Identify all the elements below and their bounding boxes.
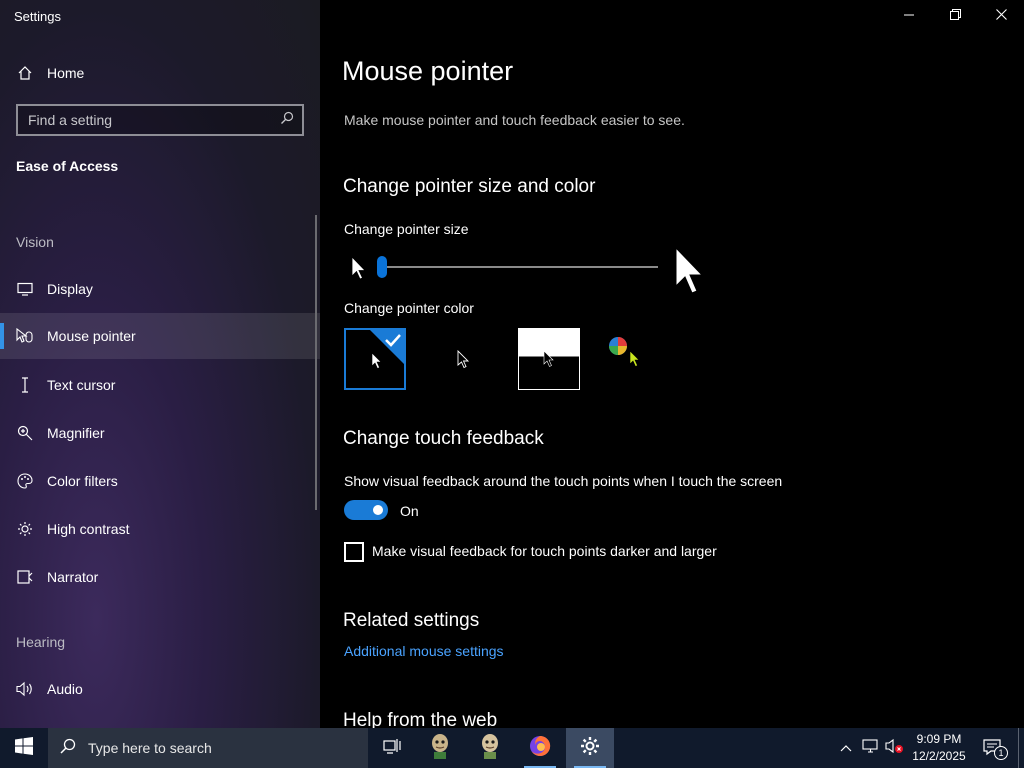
darker-larger-label: Make visual feedback for touch points da…	[372, 543, 717, 559]
notification-icon: 1	[982, 738, 1008, 760]
help-heading: Help from the web	[343, 710, 498, 728]
volume-muted-icon	[885, 738, 905, 759]
sidebar-scrollbar[interactable]	[315, 215, 317, 510]
sidebar-item-label: Text cursor	[47, 377, 116, 393]
mouse-pointer-icon	[16, 327, 34, 345]
sidebar-item-label: Color filters	[47, 473, 118, 489]
chevron-up-icon	[840, 739, 852, 757]
sidebar-item-label: Audio	[47, 681, 83, 697]
narrator-icon	[16, 568, 34, 586]
inverted-pointer-icon	[543, 350, 555, 373]
color-filters-icon	[16, 472, 34, 490]
black-pointer-icon	[457, 349, 471, 375]
network-icon	[862, 738, 880, 758]
show-desktop-button[interactable]	[1018, 728, 1024, 768]
app-avatar-icon	[478, 733, 502, 764]
high-contrast-icon	[16, 520, 34, 538]
sidebar-item-mouse-pointer[interactable]: Mouse pointer	[0, 313, 320, 359]
notification-count-badge: 1	[994, 746, 1008, 760]
nav-home-label: Home	[47, 65, 85, 81]
page-description: Make mouse pointer and touch feedback ea…	[344, 112, 685, 128]
pointer-color-custom[interactable]	[602, 328, 664, 390]
taskbar: 9:09 PM 12/2/2025 1	[0, 728, 1024, 768]
taskbar-firefox[interactable]	[516, 728, 564, 768]
small-pointer-icon	[351, 256, 367, 287]
task-view-icon	[383, 738, 401, 759]
size-color-heading: Change pointer size and color	[343, 176, 596, 197]
display-icon	[16, 280, 34, 298]
sidebar-item-audio[interactable]: Audio	[0, 666, 320, 712]
related-settings-heading: Related settings	[343, 610, 480, 631]
clock-date: 12/2/2025	[912, 749, 966, 763]
network-tray-button[interactable]	[860, 728, 882, 768]
taskbar-clock[interactable]: 9:09 PM 12/2/2025	[906, 731, 972, 765]
additional-mouse-settings-link[interactable]: Additional mouse settings	[344, 643, 504, 659]
app-avatar-icon	[428, 733, 452, 764]
pointer-color-inverted[interactable]	[518, 328, 580, 390]
taskbar-search[interactable]	[48, 728, 368, 768]
touch-feedback-label: Show visual feedback around the touch po…	[344, 473, 783, 489]
sidebar-item-text-cursor[interactable]: Text cursor	[0, 362, 320, 408]
pointer-size-label: Change pointer size	[344, 221, 469, 237]
color-wheel-icon	[608, 336, 628, 361]
group-label-hearing: Hearing	[16, 634, 66, 650]
volume-tray-button[interactable]	[884, 728, 906, 768]
sidebar-item-color-filters[interactable]: Color filters	[0, 458, 320, 504]
sidebar-item-label: Narrator	[47, 569, 99, 585]
taskbar-app-1[interactable]	[416, 728, 464, 768]
toggle-state-label: On	[400, 503, 419, 519]
sidebar-item-display[interactable]: Display	[0, 266, 320, 312]
touch-heading: Change touch feedback	[343, 428, 544, 449]
white-pointer-icon	[371, 352, 383, 375]
find-setting-search[interactable]	[16, 104, 304, 136]
find-setting-input[interactable]	[28, 112, 268, 128]
search-icon	[60, 738, 76, 759]
nav-home[interactable]: Home	[0, 50, 320, 96]
sidebar-item-narrator[interactable]: Narrator	[0, 554, 320, 600]
show-hidden-icons-button[interactable]	[836, 728, 856, 768]
task-view-button[interactable]	[368, 728, 416, 768]
darker-larger-checkbox[interactable]	[344, 542, 364, 562]
app-title: Settings	[14, 9, 61, 24]
sidebar-item-magnifier[interactable]: Magnifier	[0, 410, 320, 456]
main-content: Mouse pointer Make mouse pointer and tou…	[320, 0, 1024, 728]
taskbar-search-input[interactable]	[88, 740, 348, 756]
firefox-icon	[528, 734, 552, 763]
windows-logo-icon	[15, 736, 33, 760]
section-title: Ease of Access	[16, 158, 119, 174]
group-label-vision: Vision	[16, 234, 54, 250]
sidebar-item-label: Mouse pointer	[47, 328, 136, 344]
start-button[interactable]	[0, 728, 48, 768]
pointer-color-white[interactable]	[344, 328, 406, 390]
sidebar-item-label: High contrast	[47, 521, 130, 537]
sidebar-item-label: Display	[47, 281, 93, 297]
pointer-color-black[interactable]	[432, 328, 494, 390]
taskbar-app-2[interactable]	[466, 728, 514, 768]
pointer-color-label: Change pointer color	[344, 300, 474, 316]
large-pointer-icon	[674, 246, 706, 301]
toggle-knob	[373, 505, 383, 515]
magnifier-icon	[16, 424, 34, 442]
pointer-size-slider-track[interactable]	[382, 266, 658, 268]
taskbar-settings[interactable]	[566, 728, 614, 768]
search-icon[interactable]	[280, 111, 294, 130]
audio-icon	[16, 680, 34, 698]
settings-gear-icon	[580, 736, 600, 761]
text-cursor-icon	[16, 376, 34, 394]
page-title: Mouse pointer	[342, 56, 514, 86]
home-icon	[16, 64, 34, 82]
sidebar-item-high-contrast[interactable]: High contrast	[0, 506, 320, 552]
sidebar-item-label: Magnifier	[47, 425, 105, 441]
touch-feedback-toggle[interactable]	[344, 500, 388, 520]
action-center-button[interactable]: 1	[978, 728, 1008, 768]
custom-pointer-icon	[629, 350, 641, 373]
clock-time: 9:09 PM	[916, 732, 962, 746]
sidebar: Settings Home Ease of Access Vision Disp…	[0, 0, 320, 728]
pointer-size-slider-thumb[interactable]	[377, 256, 387, 278]
